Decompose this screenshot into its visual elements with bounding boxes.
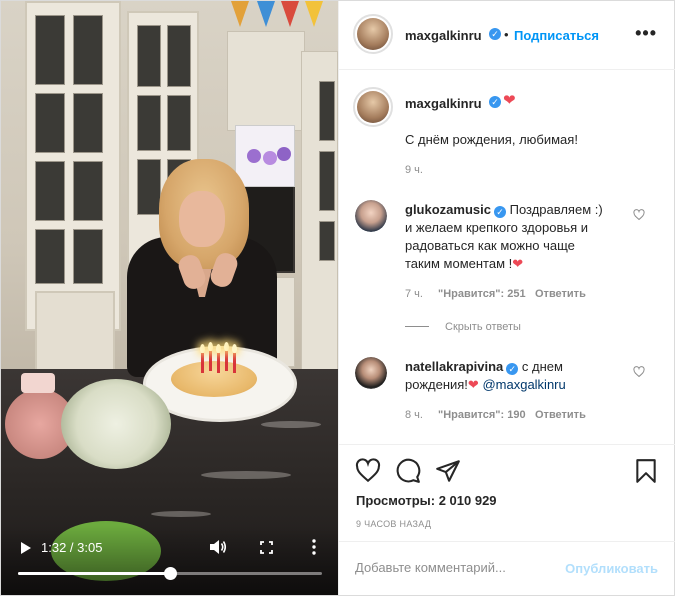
video-frame-image — [1, 1, 338, 595]
post-side-panel: maxgalkinru ✓ • Подписаться ••• maxgalki… — [338, 1, 675, 596]
comment-line: рождения! — [405, 377, 468, 392]
save-icon[interactable] — [633, 458, 659, 484]
comment-likes[interactable]: "Нравится": 190 — [438, 409, 526, 421]
comment-mention[interactable]: @maxgalkinru — [482, 377, 565, 392]
video-player[interactable]: 1:32 / 3:05 — [1, 1, 338, 595]
verified-badge-icon: ✓ — [489, 28, 501, 40]
comment-heart: ❤ — [467, 377, 479, 392]
separator-dot: • — [504, 27, 509, 42]
like-comment-icon[interactable] — [633, 366, 645, 378]
verified-badge-icon: ✓ — [493, 206, 506, 218]
video-progress-bar[interactable] — [18, 567, 322, 580]
comment-time: 8 ч. — [405, 409, 423, 421]
caption-heart: ❤ — [503, 92, 516, 109]
comment-line: и желаем крепкого здоровья и — [405, 220, 589, 235]
volume-icon[interactable] — [209, 539, 227, 555]
comment-time: 7 ч. — [405, 288, 423, 300]
more-options-icon[interactable] — [312, 539, 316, 555]
follow-button[interactable]: Подписаться — [514, 28, 599, 43]
play-icon[interactable] — [20, 541, 32, 555]
post-age: 9 ЧАСОВ НАЗАД — [356, 519, 432, 529]
caption-username[interactable]: maxgalkinru — [405, 96, 482, 111]
comment-icon[interactable] — [395, 458, 421, 484]
hide-replies-button[interactable]: Скрыть ответы — [445, 321, 521, 333]
post-header: maxgalkinru ✓ • Подписаться ••• — [339, 1, 675, 70]
caption-text: С днём рождения, любимая! — [405, 132, 578, 147]
comment-form: Опубликовать — [339, 541, 675, 596]
comment-likes[interactable]: "Нравится": 251 — [438, 288, 526, 300]
hide-replies-line — [405, 326, 429, 327]
like-icon[interactable] — [355, 458, 381, 484]
caption-avatar[interactable] — [353, 87, 393, 127]
reply-button[interactable]: Ответить — [535, 288, 586, 300]
like-comment-icon[interactable] — [633, 209, 645, 221]
post-actions: Просмотры: 2 010 929 9 ЧАСОВ НАЗАД Опубл… — [339, 444, 675, 596]
comment-input[interactable] — [355, 560, 555, 575]
verified-badge-icon: ✓ — [489, 96, 501, 108]
comment-line: Поздравляем :) — [509, 202, 603, 217]
video-time: 1:32 / 3:05 — [41, 540, 103, 555]
comment-line: с днем — [521, 359, 563, 374]
video-progress-knob[interactable] — [164, 567, 177, 580]
reply-button[interactable]: Ответить — [535, 409, 586, 421]
share-icon[interactable] — [435, 458, 461, 484]
video-controls — [1, 525, 338, 595]
comment-text: natellakrapivina ✓ с днем рождения!❤ @max… — [405, 358, 635, 394]
verified-badge-icon: ✓ — [506, 363, 519, 375]
comment-avatar[interactable] — [355, 200, 387, 232]
caption-time: 9 ч. — [405, 164, 423, 176]
comment-username[interactable]: glukozamusic — [405, 202, 491, 217]
video-progress-fill — [18, 572, 170, 575]
fullscreen-icon[interactable] — [260, 541, 273, 554]
comment-text: glukozamusic ✓ Поздравляем :) и желаем кр… — [405, 201, 655, 273]
publish-button[interactable]: Опубликовать — [565, 561, 658, 576]
comment-avatar[interactable] — [355, 357, 387, 389]
comment-line: радоваться как можно чаще — [405, 238, 575, 253]
more-icon[interactable]: ••• — [635, 23, 657, 44]
author-avatar[interactable] — [353, 14, 393, 54]
comment-heart: ❤ — [512, 256, 524, 271]
view-count[interactable]: Просмотры: 2 010 929 — [356, 493, 497, 508]
comment-username[interactable]: natellakrapivina — [405, 359, 503, 374]
comment-line: таким моментам ! — [405, 256, 513, 271]
author-username[interactable]: maxgalkinru — [405, 28, 482, 43]
